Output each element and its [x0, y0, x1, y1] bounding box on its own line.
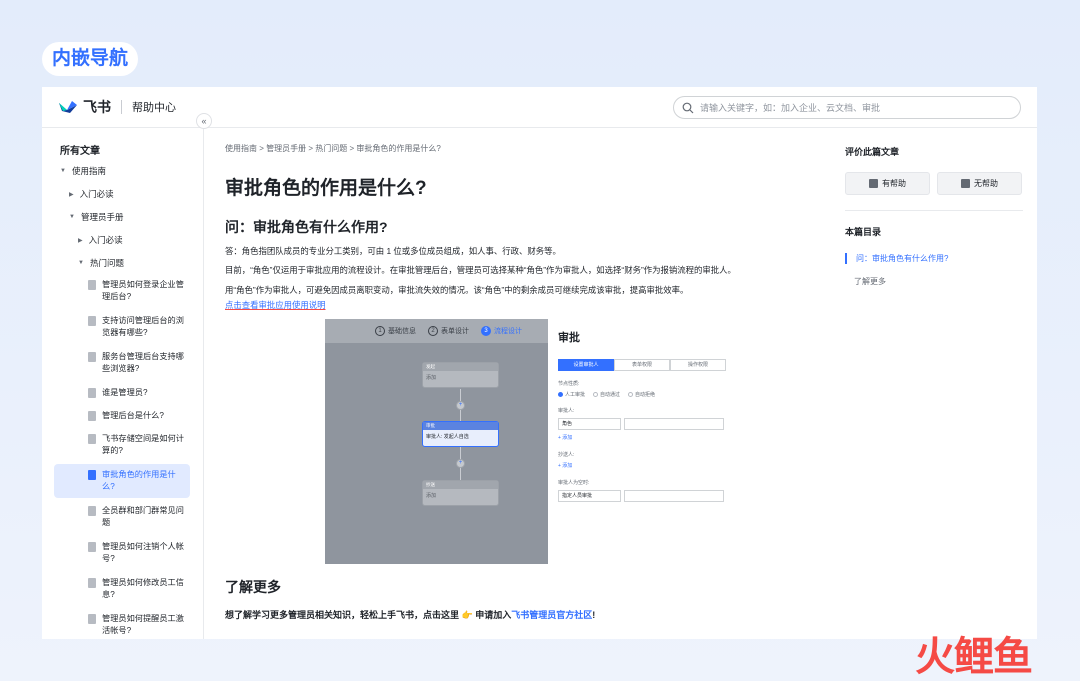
thumbs-up-icon: [869, 179, 878, 188]
sidebar-doc-item[interactable]: 全员群和部门群常见问题: [54, 500, 190, 534]
node-type-radios: 人工审批 自动通过 自动拒绝: [558, 391, 730, 398]
add-node-icon: +: [456, 459, 465, 468]
sidebar-doc-item[interactable]: 管理员如何注销个人帐号?: [54, 536, 190, 570]
document-icon: [88, 280, 96, 290]
caret-down-icon: ▼: [78, 260, 84, 266]
feishu-logo-icon: [59, 101, 77, 113]
toc-item-question[interactable]: 问：审批角色有什么作用?: [845, 253, 948, 264]
logo[interactable]: 飞书: [58, 97, 111, 117]
approval-settings-panel: 审批 设置审批人 表单权限 操作权限 节点性质: 人工审批 自动通过 自动拒绝 …: [548, 319, 730, 564]
document-icon: [88, 434, 96, 444]
approval-guide-link[interactable]: 点击查看审批应用使用说明: [225, 298, 825, 313]
document-icon: [88, 352, 96, 362]
caret-right-icon: ▶: [78, 237, 83, 244]
section-heading-question: 问：审批角色有什么作用?: [225, 219, 388, 235]
flow-node-start: 发起 添加: [422, 362, 499, 388]
flow-canvas: 1 基础信息 2 表单设计 3 流程设计 发起 添加 + 审批 审批人: 发起人自选 + …: [325, 319, 548, 564]
search-input[interactable]: 请输入关键字，如：加入企业、云文档、审批: [673, 96, 1021, 119]
step-tabs: 1 基础信息 2 表单设计 3 流程设计: [325, 319, 548, 343]
sidebar-item-usage-guide[interactable]: ▼ 使用指南: [60, 165, 106, 177]
document-icon: [88, 470, 96, 480]
sidebar-item-admin-manual[interactable]: ▼ 管理员手册: [69, 211, 123, 223]
sidebar-doc-item[interactable]: 服务台管理后台支持哪些浏览器?: [54, 346, 190, 380]
sidebar-item-hot-questions[interactable]: ▼ 热门问题: [78, 257, 124, 269]
header-bar: 飞书 帮助中心 请输入关键字，如：加入企业、云文档、审批: [42, 87, 1037, 128]
document-icon: [88, 316, 96, 326]
admin-community-link[interactable]: 飞书管理员官方社区: [511, 610, 592, 620]
document-icon: [88, 578, 96, 588]
sidebar: 所有文章 ▼ 使用指南 ▶ 入门必读 ▼ 管理员手册 ▶ 入门必读 ▼ 热门问题 管理员如…: [42, 129, 204, 639]
caret-down-icon: ▼: [60, 168, 66, 174]
add-node-icon: +: [456, 401, 465, 410]
document-icon: [88, 411, 96, 421]
answer-paragraph: 答：角色指团队成员的专业分工类别，可由 1 位或多位成员组成，如人事、行政、财务…: [225, 246, 561, 256]
learn-more-text: 想了解学习更多管理员相关知识，轻松上手飞书，点击这里 👉 申请加入飞书管理员官方…: [225, 610, 596, 620]
page-title: 审批角色的作用是什么?: [225, 178, 427, 199]
help-center-label[interactable]: 帮助中心: [132, 99, 176, 115]
panel-title: 审批: [558, 332, 580, 344]
document-icon: [88, 614, 96, 624]
not-helpful-button[interactable]: 无帮助: [937, 172, 1022, 195]
sidebar-doc-item[interactable]: 支持访问管理后台的浏览器有哪些?: [54, 310, 190, 344]
collapse-sidebar-button[interactable]: «: [196, 113, 212, 129]
document-icon: [88, 506, 96, 516]
search-icon: [682, 102, 694, 113]
search-placeholder: 请输入关键字，如：加入企业、云文档、审批: [700, 103, 881, 113]
watermark-logo: 火鲤鱼: [915, 635, 1033, 679]
step-flow-design: 3 流程设计: [481, 326, 522, 336]
divider: [845, 210, 1023, 211]
header-divider: [121, 100, 122, 114]
sidebar-doc-item[interactable]: 管理员如何提醒员工激活帐号?: [54, 608, 190, 639]
sidebar-doc-item[interactable]: 管理后台是什么?: [54, 405, 190, 427]
rate-article-title: 评价此篇文章: [845, 147, 900, 157]
step-form-design: 2 表单设计: [428, 326, 469, 336]
approval-screenshot: 1 基础信息 2 表单设计 3 流程设计 发起 添加 + 审批 审批人: 发起人自选 + …: [325, 319, 730, 564]
roles-paragraph: 目前，“角色”仅运用于审批应用的流程设计。在审批管理后台，管理员可选择某种“角色…: [225, 265, 736, 275]
caret-right-icon: ▶: [69, 191, 74, 198]
brand-name: 飞书: [83, 99, 111, 115]
sidebar-doc-item[interactable]: 管理员如何登录企业管理后台?: [54, 274, 190, 308]
sidebar-item-getting-started[interactable]: ▶ 入门必读: [69, 188, 114, 200]
sidebar-doc-item[interactable]: 管理员如何修改员工信息?: [54, 572, 190, 606]
panel-tabs: 设置审批人 表单权限 操作权限: [558, 359, 730, 371]
caret-down-icon: ▼: [69, 214, 75, 220]
document-icon: [88, 388, 96, 398]
section-heading-learn-more: 了解更多: [225, 579, 281, 595]
flow-node-approval: 审批 审批人: 发起人自选: [422, 421, 499, 447]
sidebar-item-admin-getting-started[interactable]: ▶ 入门必读: [78, 234, 123, 246]
breadcrumb[interactable]: 使用指南 > 管理员手册 > 热门问题 > 审批角色的作用是什么?: [225, 143, 441, 154]
sidebar-doc-item[interactable]: 谁是管理员?: [54, 382, 190, 404]
document-icon: [88, 542, 96, 552]
sidebar-doc-item[interactable]: 飞书存储空间是如何计算的?: [54, 428, 190, 462]
help-center-window: 飞书 帮助中心 请输入关键字，如：加入企业、云文档、审批 所有文章 ▼ 使用指南 …: [42, 87, 1037, 639]
thumbs-down-icon: [961, 179, 970, 188]
toc-title: 本篇目录: [845, 227, 882, 237]
approver-paragraph: 用“角色”作为审批人，可避免因成员离职变动，审批流失效的情况。该“角色”中的剩余…: [225, 285, 689, 295]
step-basic-info: 1 基础信息: [375, 326, 416, 336]
helpful-button[interactable]: 有帮助: [845, 172, 930, 195]
page-badge: 内嵌导航: [42, 42, 139, 76]
toc-item-learn-more[interactable]: 了解更多: [845, 276, 886, 287]
sidebar-title: 所有文章: [60, 146, 100, 157]
sidebar-doc-item-active[interactable]: 审批角色的作用是什么?: [54, 464, 190, 498]
flow-node-cc: 抄送 添加: [422, 480, 499, 506]
